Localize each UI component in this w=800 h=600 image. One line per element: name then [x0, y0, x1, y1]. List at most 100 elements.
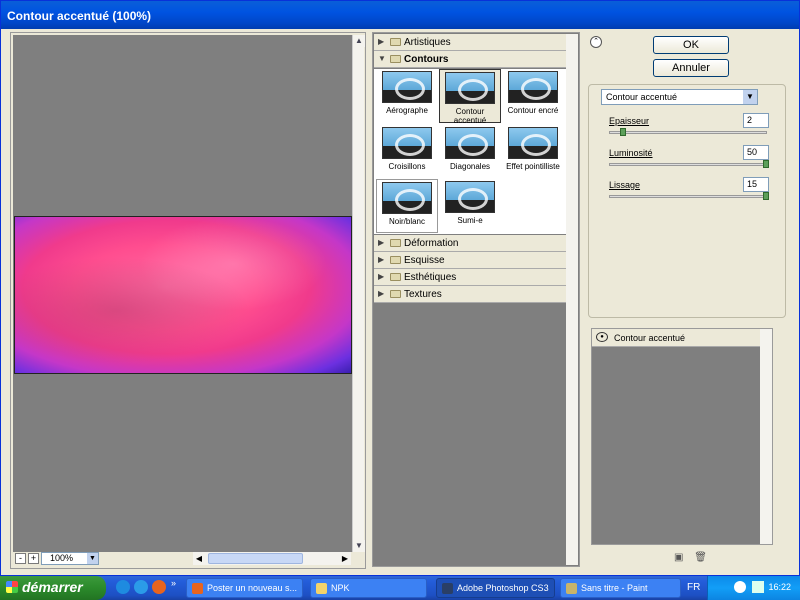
- category-label: Esquisse: [404, 255, 445, 266]
- category-deformation[interactable]: ▶ Déformation: [374, 235, 566, 252]
- filter-preview-icon: [382, 127, 432, 159]
- expand-arrow-icon[interactable]: ▶: [378, 255, 384, 264]
- filter-gallery-window: Contour accentué (100%) ▲ ▼ - + 100% ▼ ◀…: [0, 0, 800, 576]
- expand-arrow-icon[interactable]: ▶: [378, 238, 384, 247]
- expand-arrow-icon[interactable]: ▶: [378, 37, 384, 46]
- scroll-right-icon[interactable]: ▶: [339, 552, 351, 565]
- preview-vertical-scrollbar[interactable]: ▲ ▼: [352, 35, 365, 552]
- filter-thumb-croisillons[interactable]: Croisillons: [376, 125, 438, 179]
- scroll-up-icon[interactable]: ▲: [353, 35, 365, 47]
- clock: 16:22: [768, 582, 791, 592]
- slider-knob[interactable]: [763, 192, 769, 200]
- filter-list-scrollbar[interactable]: [566, 34, 578, 565]
- task-label: NPK: [331, 583, 350, 593]
- paint-icon: [566, 583, 577, 594]
- window-title: Contour accentué (100%): [1, 1, 799, 29]
- chevron-down-icon[interactable]: ▼: [87, 553, 98, 564]
- task-photoshop[interactable]: Adobe Photoshop CS3: [436, 578, 555, 598]
- zoom-out-button[interactable]: -: [15, 553, 26, 564]
- filter-thumb-effet-pointilliste[interactable]: Effet pointilliste: [502, 125, 564, 179]
- collapse-gallery-icon[interactable]: ⌃: [590, 36, 602, 48]
- ok-button[interactable]: OK: [653, 36, 729, 54]
- category-artistiques[interactable]: ▶ Artistiques: [374, 34, 566, 51]
- system-tray: 16:22: [707, 576, 800, 600]
- tray-arrow-icon[interactable]: [734, 581, 746, 593]
- filter-thumb-contour-encre[interactable]: Contour encré: [502, 69, 564, 123]
- category-contours[interactable]: ▼ Contours: [374, 51, 566, 68]
- chevron-down-icon[interactable]: ▼: [743, 90, 757, 104]
- category-textures[interactable]: ▶ Textures: [374, 286, 566, 303]
- filter-list: ▶ Artistiques ▼ Contours Aérographe Cont…: [372, 32, 580, 567]
- param-label: Epaisseur: [609, 116, 650, 126]
- filter-thumb-label: Effet pointilliste: [506, 162, 560, 171]
- param-value-input[interactable]: 15: [743, 177, 769, 192]
- filter-preview-icon: [382, 71, 432, 103]
- category-esquisse[interactable]: ▶ Esquisse: [374, 252, 566, 269]
- param-label: Luminosité: [609, 148, 653, 158]
- category-label: Déformation: [404, 238, 459, 249]
- slider-track[interactable]: [609, 163, 767, 166]
- filter-thumb-label: Croisillons: [388, 162, 426, 171]
- slider-track[interactable]: [609, 131, 767, 134]
- scroll-thumb[interactable]: [208, 553, 303, 564]
- filter-thumb-diagonales[interactable]: Diagonales: [439, 125, 501, 179]
- expand-arrow-icon[interactable]: ▶: [378, 272, 384, 281]
- preview-footer: - + 100% ▼ ◀ ▶: [13, 552, 363, 566]
- language-indicator[interactable]: FR: [687, 582, 700, 593]
- cancel-button[interactable]: Annuler: [653, 59, 729, 77]
- filter-thumb-noir-blanc[interactable]: Noir/blanc: [376, 179, 438, 233]
- collapse-arrow-icon[interactable]: ▼: [378, 54, 386, 63]
- filter-thumb-sumi-e[interactable]: Sumi-e: [439, 179, 501, 233]
- network-icon[interactable]: [752, 581, 764, 593]
- folder-icon: [390, 256, 401, 264]
- slider-track[interactable]: [609, 195, 767, 198]
- category-label: Artistiques: [404, 37, 451, 48]
- layers-scrollbar[interactable]: [760, 329, 772, 544]
- folder-icon: [390, 38, 401, 46]
- task-firefox[interactable]: Poster un nouveau s...: [186, 578, 303, 598]
- task-npk[interactable]: NPK: [310, 578, 427, 598]
- zoom-in-button[interactable]: +: [28, 553, 39, 564]
- trash-icon[interactable]: 🗑: [694, 552, 707, 563]
- effect-layer-item[interactable]: ● Contour accentué: [592, 329, 770, 347]
- param-lissage: Lissage 15: [609, 177, 769, 206]
- slider-knob[interactable]: [763, 160, 769, 168]
- filter-select[interactable]: Contour accentué ▼: [601, 89, 758, 105]
- task-paint[interactable]: Sans titre - Paint: [560, 578, 681, 598]
- scroll-left-icon[interactable]: ◀: [193, 552, 205, 565]
- filter-preview-icon: [508, 71, 558, 103]
- filter-thumb-contour-accentue[interactable]: Contour accentué: [439, 69, 501, 125]
- folder-icon: [316, 583, 327, 594]
- preview-image: [14, 216, 352, 374]
- filter-preview-icon: [382, 182, 432, 214]
- start-label: démarrer: [22, 579, 83, 595]
- zoom-select[interactable]: 100% ▼: [41, 552, 99, 565]
- start-button[interactable]: démarrer: [0, 576, 106, 600]
- filter-preview-icon: [445, 181, 495, 213]
- firefox-icon[interactable]: [152, 580, 166, 594]
- preview-horizontal-scrollbar[interactable]: ◀ ▶: [193, 552, 351, 565]
- slider-knob[interactable]: [620, 128, 626, 136]
- category-label: Contours: [404, 54, 449, 65]
- eye-icon[interactable]: ●: [596, 332, 608, 342]
- filter-thumb-aerographe[interactable]: Aérographe: [376, 69, 438, 123]
- category-esthetiques[interactable]: ▶ Esthétiques: [374, 269, 566, 286]
- quicklaunch-expand-icon[interactable]: »: [171, 578, 176, 588]
- ie-icon[interactable]: [134, 580, 148, 594]
- firefox-icon: [192, 583, 203, 594]
- param-value-input[interactable]: 50: [743, 145, 769, 160]
- filter-preview-icon: [445, 127, 495, 159]
- param-luminosite: Luminosité 50: [609, 145, 769, 174]
- folder-icon: [390, 239, 401, 247]
- filter-thumbnails: Aérographe Contour accentué Contour encr…: [374, 69, 566, 234]
- filter-thumb-label: Sumi-e: [457, 216, 483, 225]
- new-layer-icon[interactable]: ▣: [674, 552, 683, 563]
- scroll-down-icon[interactable]: ▼: [353, 540, 365, 552]
- expand-arrow-icon[interactable]: ▶: [378, 289, 384, 298]
- filter-settings: Contour accentué ▼ Epaisseur 2 Luminosit…: [588, 84, 786, 318]
- task-label: Poster un nouveau s...: [207, 583, 298, 593]
- param-value-input[interactable]: 2: [743, 113, 769, 128]
- param-epaisseur: Epaisseur 2: [609, 113, 769, 142]
- desktop-icon[interactable]: [116, 580, 130, 594]
- param-label: Lissage: [609, 180, 641, 190]
